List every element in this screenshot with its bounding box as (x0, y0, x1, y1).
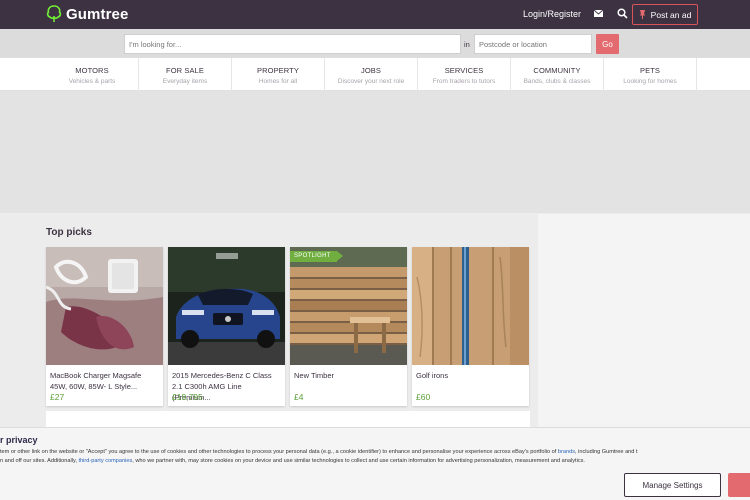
cookie-text-segment: tem or other link on the website or "Acc… (0, 449, 558, 455)
listing-card[interactable]: Golf irons £60 (412, 247, 529, 406)
ad-banner-area (0, 91, 750, 213)
listing-title: New Timber (294, 371, 335, 380)
logo-text: Gumtree (66, 5, 129, 23)
accept-button[interactable] (728, 473, 750, 497)
top-header: Gumtree Login/Register Post an ad (0, 0, 750, 29)
post-ad-label: Post an ad (650, 9, 692, 20)
category-pets[interactable]: PETS Looking for homes (604, 58, 697, 91)
cookie-title: r privacy (0, 435, 38, 445)
category-subtitle: Bands, clubs & classes (523, 78, 591, 85)
category-subtitle: Looking for homes (623, 78, 677, 85)
listing-price: £60 (416, 392, 431, 402)
category-property[interactable]: PROPERTY Homes for all (232, 58, 325, 91)
cookie-text: tem or other link on the website or "Acc… (0, 448, 750, 466)
location-input[interactable] (474, 34, 592, 54)
timber-stack-photo (290, 247, 407, 365)
listing-card[interactable]: MacBook Charger Magsafe 45W, 60W, 85W- L… (46, 247, 163, 406)
category-subtitle: Everyday items (162, 78, 208, 85)
category-services[interactable]: SERVICES From traders to tutors (418, 58, 511, 91)
category-title: JOBS (361, 66, 381, 75)
manage-settings-button[interactable]: Manage Settings (624, 473, 721, 497)
tree-icon (46, 5, 62, 22)
third-party-link[interactable]: third-party companies (78, 458, 132, 464)
top-picks-heading: Top picks (46, 227, 92, 238)
listing-price: £19,795 (172, 392, 203, 402)
post-ad-button[interactable]: Post an ad (632, 4, 698, 25)
spotlight-badge: SPOTLIGHT (290, 251, 343, 262)
cookie-line-1: tem or other link on the website or "Acc… (0, 448, 750, 457)
category-community[interactable]: COMMUNITY Bands, clubs & classes (511, 58, 604, 91)
category-title: COMMUNITY (533, 66, 581, 75)
category-jobs[interactable]: JOBS Discover your next role (325, 58, 418, 91)
gumtree-logo[interactable]: Gumtree (46, 5, 128, 23)
search-icon[interactable] (617, 8, 628, 19)
listing-image (46, 247, 163, 365)
login-register-link[interactable]: Login/Register (523, 9, 581, 19)
search-input[interactable] (124, 34, 461, 54)
category-subtitle: Discover your next role (337, 78, 405, 85)
macbook-charger-photo (46, 247, 163, 365)
mail-icon[interactable] (594, 10, 603, 17)
category-title: SERVICES (444, 66, 484, 75)
pin-icon (639, 10, 646, 19)
category-title: PROPERTY (257, 66, 299, 75)
listing-image: SPOTLIGHT (290, 247, 407, 365)
listing-price: £27 (50, 392, 65, 402)
cookie-line-2: n and off our sites. Additionally, third… (0, 457, 750, 466)
listing-image (168, 247, 285, 365)
category-subtitle: Vehicles & parts (68, 78, 116, 85)
listing-title: Golf irons (416, 371, 449, 380)
search-bar: in Go (0, 29, 750, 58)
cookie-text-segment: , including Gumtree and t (575, 449, 638, 455)
listing-title: MacBook Charger Magsafe 45W, 60W, 85W- L… (50, 371, 142, 391)
category-motors[interactable]: MOTORS Vehicles & parts (46, 58, 139, 91)
cookie-text-segment: n and off our sites. Additionally, (0, 458, 79, 464)
cookie-banner: r privacy tem or other link on the websi… (0, 427, 750, 500)
category-nav: MOTORS Vehicles & parts FOR SALE Everyda… (0, 58, 750, 91)
go-button[interactable]: Go (596, 34, 619, 54)
listing-card[interactable]: 2015 Mercedes-Benz C Class 2.1 C300h AMG… (168, 247, 285, 406)
listing-price: £4 (294, 392, 304, 402)
mercedes-car-photo (168, 247, 285, 365)
listing-image (412, 247, 529, 365)
category-title: FOR SALE (166, 66, 204, 75)
category-subtitle: From traders to tutors (432, 78, 496, 85)
category-title: PETS (640, 66, 660, 75)
category-subtitle: Homes for all (258, 78, 298, 85)
in-label: in (464, 40, 470, 49)
cookie-text-segment: , who we partner with, may store cookies… (132, 458, 585, 464)
golf-irons-photo (412, 247, 529, 365)
category-for-sale[interactable]: FOR SALE Everyday items (139, 58, 232, 91)
brands-link[interactable]: brands (558, 449, 575, 455)
category-title: MOTORS (75, 66, 109, 75)
listing-card[interactable]: SPOTLIGHT New Timber £4 (290, 247, 407, 406)
